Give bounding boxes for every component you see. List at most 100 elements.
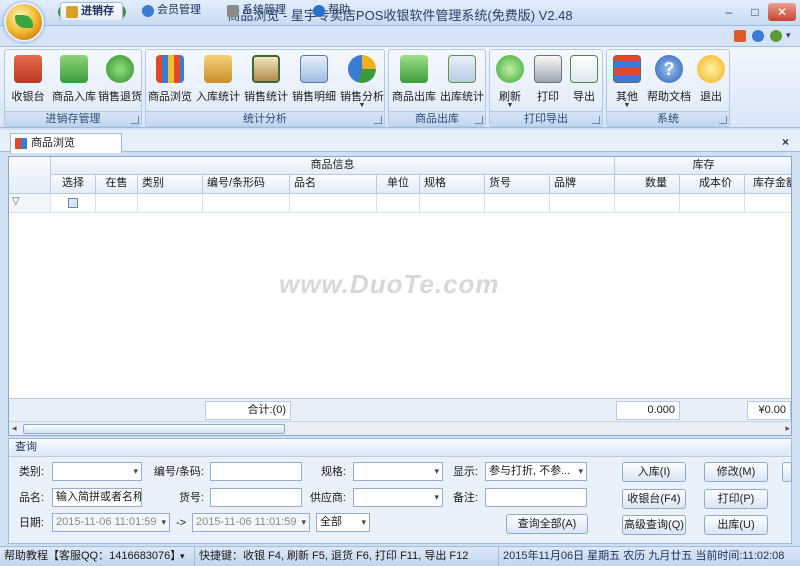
help-tutorial-link[interactable]: 帮助教程【客服QQ：1416683076】 (4, 547, 181, 566)
column-header-on-sale[interactable]: 在售 (96, 175, 138, 194)
stock-out-button[interactable]: 商品出库 (391, 52, 437, 110)
filter-cell-spec[interactable] (420, 194, 485, 213)
query-all-button[interactable]: 查询全部(A) (506, 514, 588, 534)
date-to-picker[interactable]: 2015-11-06 11:01:59 (192, 513, 310, 532)
column-header-name[interactable]: 品名 (290, 175, 377, 194)
product-browse-tab-icon (15, 138, 27, 149)
info-icon[interactable] (752, 30, 764, 42)
document-tab-product-browse[interactable]: 商品浏览 (10, 133, 122, 153)
dialog-launcher-icon[interactable] (592, 116, 600, 124)
column-header-cost-price[interactable]: 成本价 (680, 175, 745, 194)
horizontal-scrollbar[interactable]: ◂ ▸ (9, 421, 791, 435)
spec-select[interactable] (353, 462, 443, 481)
more-button-clipped[interactable] (782, 462, 792, 482)
close-document-tab-icon[interactable]: × (782, 135, 789, 149)
column-header-unit[interactable]: 单位 (377, 175, 420, 194)
column-header-brand[interactable]: 品牌 (550, 175, 615, 194)
scroll-left-icon[interactable]: ◂ (12, 423, 17, 434)
modify-button[interactable]: 修改(M) (704, 462, 768, 482)
status-dropdown-icon[interactable]: ▾ (180, 547, 185, 566)
scroll-right-icon[interactable]: ▸ (785, 423, 790, 434)
filter-cell-on-sale[interactable] (96, 194, 138, 213)
filter-cell-brand[interactable] (550, 194, 615, 213)
refresh-button[interactable]: 刷新 ▼ (492, 52, 528, 110)
advanced-query-button[interactable]: 高级查询(Q) (622, 515, 686, 535)
query-panel-title: 查询 (9, 439, 791, 457)
button-label: 销售统计 (244, 91, 288, 103)
help-docs-button[interactable]: ? 帮助文档 (647, 52, 691, 110)
sales-stats-button[interactable]: 销售统计 (244, 52, 288, 110)
category-select[interactable] (52, 462, 142, 481)
export-button[interactable]: 导出 (566, 52, 602, 110)
column-header-quantity[interactable]: 数量 (615, 175, 680, 194)
exit-icon (697, 55, 725, 83)
tab-label: 系统管理 (242, 4, 286, 16)
column-header-select[interactable]: 选择 (51, 175, 96, 194)
print-button[interactable]: 打印 (530, 52, 566, 110)
tab-help[interactable]: 帮助 (308, 2, 358, 20)
dialog-launcher-icon[interactable] (475, 116, 483, 124)
date-from-picker[interactable]: 2015-11-06 11:01:59 (52, 513, 170, 532)
filter-cell-item-no[interactable] (485, 194, 550, 213)
help-small-icon[interactable] (770, 30, 782, 42)
minimize-button[interactable]: – (716, 3, 742, 21)
print-query-button[interactable]: 打印(P) (704, 489, 768, 509)
filter-cell-select[interactable] (51, 194, 96, 213)
stock-in-button[interactable]: 商品入库 (51, 52, 97, 110)
filter-cell-unit[interactable] (377, 194, 420, 213)
filter-cell-cost-price[interactable] (680, 194, 745, 213)
column-header-code[interactable]: 编号/条形码 (203, 175, 290, 194)
display-select[interactable]: 参与打折, 不参... (485, 462, 587, 481)
button-label: 销售明细 (292, 91, 336, 103)
maximize-button[interactable]: □ (742, 3, 768, 21)
sales-analysis-button[interactable]: 销售分析 ▼ (340, 52, 384, 110)
column-header-stock-amount[interactable]: 库存金额 (745, 175, 791, 194)
supplier-label: 供应商: (309, 492, 346, 504)
tab-system[interactable]: 系统管理 (222, 2, 294, 20)
system-tab-icon (227, 5, 239, 17)
close-window-button[interactable]: ✕ (768, 3, 796, 21)
dialog-launcher-icon[interactable] (719, 116, 727, 124)
app-menu-orb-icon[interactable] (4, 2, 44, 42)
sales-detail-button[interactable]: 销售明细 (292, 52, 336, 110)
stock-stats-button[interactable]: 入库统计 (196, 52, 240, 110)
other-button[interactable]: 其他 ▼ (609, 52, 645, 110)
scrollbar-thumb[interactable] (23, 424, 285, 434)
cart-icon[interactable] (734, 30, 746, 42)
filter-cell-category[interactable] (138, 194, 203, 213)
filter-cell-stock-amount[interactable] (745, 194, 791, 213)
column-header-spec[interactable]: 规格 (420, 175, 485, 194)
dialog-launcher-icon[interactable] (374, 116, 382, 124)
remark-input[interactable] (485, 488, 587, 507)
column-header-item-no[interactable]: 货号 (485, 175, 550, 194)
checkbox-icon[interactable] (68, 198, 78, 208)
exit-button[interactable]: 退出 (693, 52, 729, 110)
inventory-tab-icon (66, 6, 78, 18)
code-input[interactable] (210, 462, 302, 481)
date-range-select[interactable]: 全部 (316, 513, 370, 532)
pie-chart-icon (348, 55, 376, 83)
ribbon-options-icon[interactable]: ▾ (786, 30, 791, 41)
filter-cell-name[interactable] (290, 194, 377, 213)
stock-out-query-button[interactable]: 出库(U) (704, 515, 768, 535)
checkout-query-button[interactable]: 收银台(F4) (622, 489, 686, 509)
filter-cell-code[interactable] (203, 194, 290, 213)
name-input[interactable]: 输入简拼或者名称 (52, 488, 142, 507)
item-no-input[interactable] (210, 488, 302, 507)
tab-label: 进销存 (81, 5, 114, 17)
column-header-category[interactable]: 类别 (138, 175, 203, 194)
tab-members[interactable]: 会员管理 (137, 2, 209, 20)
checkout-button[interactable]: 收银台 (9, 52, 47, 110)
display-label: 显示: (452, 466, 478, 478)
product-browse-button[interactable]: 商品浏览 (148, 52, 192, 110)
stock-in-query-button[interactable]: 入库(I) (622, 462, 686, 482)
filter-cell-quantity[interactable] (615, 194, 680, 213)
button-label: 入库统计 (196, 91, 240, 103)
stock-out-stats-button[interactable]: 出库统计 (439, 52, 485, 110)
tab-inventory[interactable]: 进销存 (60, 2, 123, 20)
name-label: 品名: (18, 492, 44, 504)
code-label: 编号/条码: (153, 466, 204, 478)
sales-return-button[interactable]: 销售退货 (98, 52, 142, 110)
dialog-launcher-icon[interactable] (131, 116, 139, 124)
supplier-select[interactable] (353, 488, 443, 507)
